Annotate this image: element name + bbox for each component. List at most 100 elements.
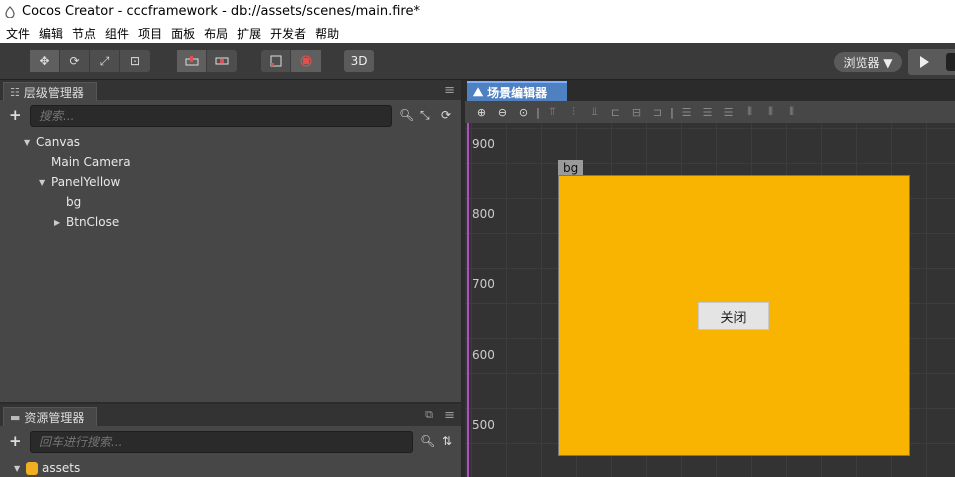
- asset-node-label: assets: [42, 461, 81, 475]
- folder-icon: ▬: [10, 410, 21, 424]
- distribute-hcenter-icon[interactable]: ⫴: [760, 105, 781, 119]
- title-bar: Cocos Creator - cccframework - db://asse…: [0, 0, 955, 23]
- tab-scene-label: 场景编辑器: [487, 86, 548, 100]
- tab-scene[interactable]: ⛰ 场景编辑器: [467, 81, 567, 102]
- y-ruler-label: 900: [472, 137, 495, 151]
- menu-extension[interactable]: 扩展: [234, 25, 267, 42]
- tree-node-panel-yellow[interactable]: ▼ PanelYellow: [39, 172, 120, 192]
- menu-project[interactable]: 项目: [135, 25, 168, 42]
- preview-platform-select[interactable]: 浏览器 ▼: [834, 52, 902, 72]
- hierarchy-icon: ☷: [10, 85, 20, 99]
- pivot-tools: [177, 50, 237, 72]
- distribute-bottom-icon[interactable]: ☰: [718, 106, 739, 119]
- tree-node-main-camera[interactable]: Main Camera: [51, 152, 131, 172]
- align-vcenter-icon[interactable]: ⫶: [563, 105, 584, 119]
- y-ruler-label: 800: [472, 207, 495, 221]
- asset-db-icon: [26, 461, 38, 475]
- tree-node-canvas[interactable]: ▼ Canvas: [24, 132, 80, 152]
- search-icon[interactable]: 🔍︎: [399, 108, 414, 122]
- panel-menu-icon[interactable]: ≡: [444, 83, 455, 98]
- y-ruler-label: 600: [472, 348, 495, 362]
- tree-node-bg[interactable]: bg: [66, 192, 81, 212]
- transform-tools: ✥ ⟳ ⤢ ⊡: [30, 50, 150, 72]
- create-asset-button[interactable]: +: [9, 432, 22, 450]
- panel-menu-icon[interactable]: ≡: [444, 408, 455, 423]
- tab-hierarchy[interactable]: ☷ 层级管理器: [3, 82, 97, 101]
- toggle-3d-button[interactable]: 3D: [344, 50, 374, 72]
- scale-tool-button[interactable]: ⤢: [90, 50, 120, 72]
- scene-viewport[interactable]: 900 800 700 600 500 bg 关闭: [465, 123, 955, 477]
- cocos-logo-icon: [5, 5, 15, 18]
- menu-component[interactable]: 组件: [102, 25, 135, 42]
- tab-assets[interactable]: ▬ 资源管理器: [3, 407, 98, 426]
- popout-icon[interactable]: ⧉: [425, 408, 433, 422]
- global-space-icon: [300, 55, 312, 67]
- menu-developer[interactable]: 开发者: [267, 25, 312, 42]
- refresh-icon[interactable]: ⟳: [441, 108, 451, 122]
- distribute-left-icon[interactable]: ⫴: [739, 105, 760, 119]
- tree-node-btn-close[interactable]: ▶ BtnClose: [54, 212, 119, 232]
- hierarchy-search-input[interactable]: [30, 105, 392, 127]
- asset-root-assets[interactable]: ▼ assets: [14, 458, 80, 477]
- pivot-icon: [185, 56, 198, 66]
- align-right-icon[interactable]: ⊐: [647, 106, 668, 119]
- assets-tabbar: ▬ 资源管理器 ⧉ ≡: [0, 404, 461, 426]
- collapse-all-icon[interactable]: ⤡: [420, 108, 430, 123]
- scale-icon: ⤢: [99, 53, 110, 68]
- collapse-arrow-icon[interactable]: ▶: [54, 218, 64, 227]
- align-bottom-icon[interactable]: ⫫: [584, 105, 605, 119]
- sort-icon[interactable]: ⇅: [442, 434, 452, 448]
- align-top-icon[interactable]: ⫪: [542, 105, 563, 119]
- menu-node[interactable]: 节点: [69, 25, 102, 42]
- expand-arrow-icon[interactable]: ▼: [39, 178, 49, 187]
- menu-help[interactable]: 帮助: [312, 25, 345, 42]
- search-icon[interactable]: 🔍︎: [420, 434, 435, 448]
- menu-panel[interactable]: 面板: [168, 25, 201, 42]
- y-ruler-label: 700: [472, 277, 495, 291]
- scene-toolbar: ⊕ ⊖ ⊙ | ⫪ ⫶ ⫫ ⊏ ⊟ ⊐ | ☰ ☰ ☰ ⫴ ⫴ ⫴: [465, 101, 955, 123]
- global-space-button[interactable]: [291, 50, 321, 72]
- play-icon: [920, 56, 929, 68]
- close-button-node[interactable]: 关闭: [698, 302, 769, 330]
- distribute-right-icon[interactable]: ⫴: [781, 105, 802, 119]
- pivot-button[interactable]: [177, 50, 207, 72]
- zoom-in-icon[interactable]: ⊕: [471, 106, 492, 119]
- menu-bar: 文件 编辑 节点 组件 项目 面板 布局 扩展 开发者 帮助: [0, 23, 955, 43]
- expand-arrow-icon[interactable]: ▼: [14, 464, 24, 473]
- assets-panel: ▬ 资源管理器 ⧉ ≡ + 🔍︎ ⇅ ▼ assets: [0, 404, 463, 477]
- main-toolbar: ✥ ⟳ ⤢ ⊡ 3D 浏览器 ▼: [0, 43, 955, 80]
- assets-search-input[interactable]: [30, 431, 413, 453]
- move-icon: ✥: [39, 54, 50, 68]
- move-tool-button[interactable]: ✥: [30, 50, 60, 72]
- menu-layout[interactable]: 布局: [201, 25, 234, 42]
- zoom-out-icon[interactable]: ⊖: [492, 106, 513, 119]
- menu-file[interactable]: 文件: [3, 25, 36, 42]
- y-ruler-label: 500: [472, 418, 495, 432]
- rect-tool-button[interactable]: ⊡: [120, 50, 150, 72]
- distribute-top-icon[interactable]: ☰: [676, 106, 697, 119]
- tab-hierarchy-label: 层级管理器: [23, 85, 84, 100]
- tab-assets-label: 资源管理器: [24, 410, 85, 425]
- add-node-button[interactable]: +: [9, 106, 22, 124]
- center-button[interactable]: [207, 50, 237, 72]
- local-space-button[interactable]: [261, 50, 291, 72]
- local-space-icon: [270, 55, 281, 67]
- bg-node-label: bg: [558, 160, 584, 175]
- scene-panel: ⛰ 场景编辑器 ⊕ ⊖ ⊙ | ⫪ ⫶ ⫫ ⊏ ⊟ ⊐ | ☰ ☰ ☰ ⫴ ⫴ …: [465, 80, 955, 477]
- distribute-vcenter-icon[interactable]: ☰: [697, 106, 718, 119]
- rotate-tool-button[interactable]: ⟳: [60, 50, 90, 72]
- expand-arrow-icon[interactable]: ▼: [24, 138, 34, 147]
- zoom-reset-icon[interactable]: ⊙: [513, 106, 534, 119]
- menu-edit[interactable]: 编辑: [36, 25, 69, 42]
- tree-node-label: BtnClose: [66, 215, 120, 229]
- align-hcenter-icon[interactable]: ⊟: [626, 106, 647, 119]
- center-icon: [215, 57, 229, 65]
- scene-tabbar: ⛰ 场景编辑器: [465, 80, 955, 102]
- assets-search-row: + 🔍︎ ⇅: [0, 431, 461, 453]
- window-title: Cocos Creator - cccframework - db://asse…: [22, 4, 420, 19]
- play-button[interactable]: [908, 49, 955, 75]
- scene-icon: ⛰: [473, 85, 484, 99]
- align-left-icon[interactable]: ⊏: [605, 106, 626, 119]
- y-axis-line: [467, 123, 469, 477]
- hierarchy-panel: ☷ 层级管理器 ≡ + 🔍︎ ⤡ ⟳ ▼ Canvas Main Camera …: [0, 80, 463, 402]
